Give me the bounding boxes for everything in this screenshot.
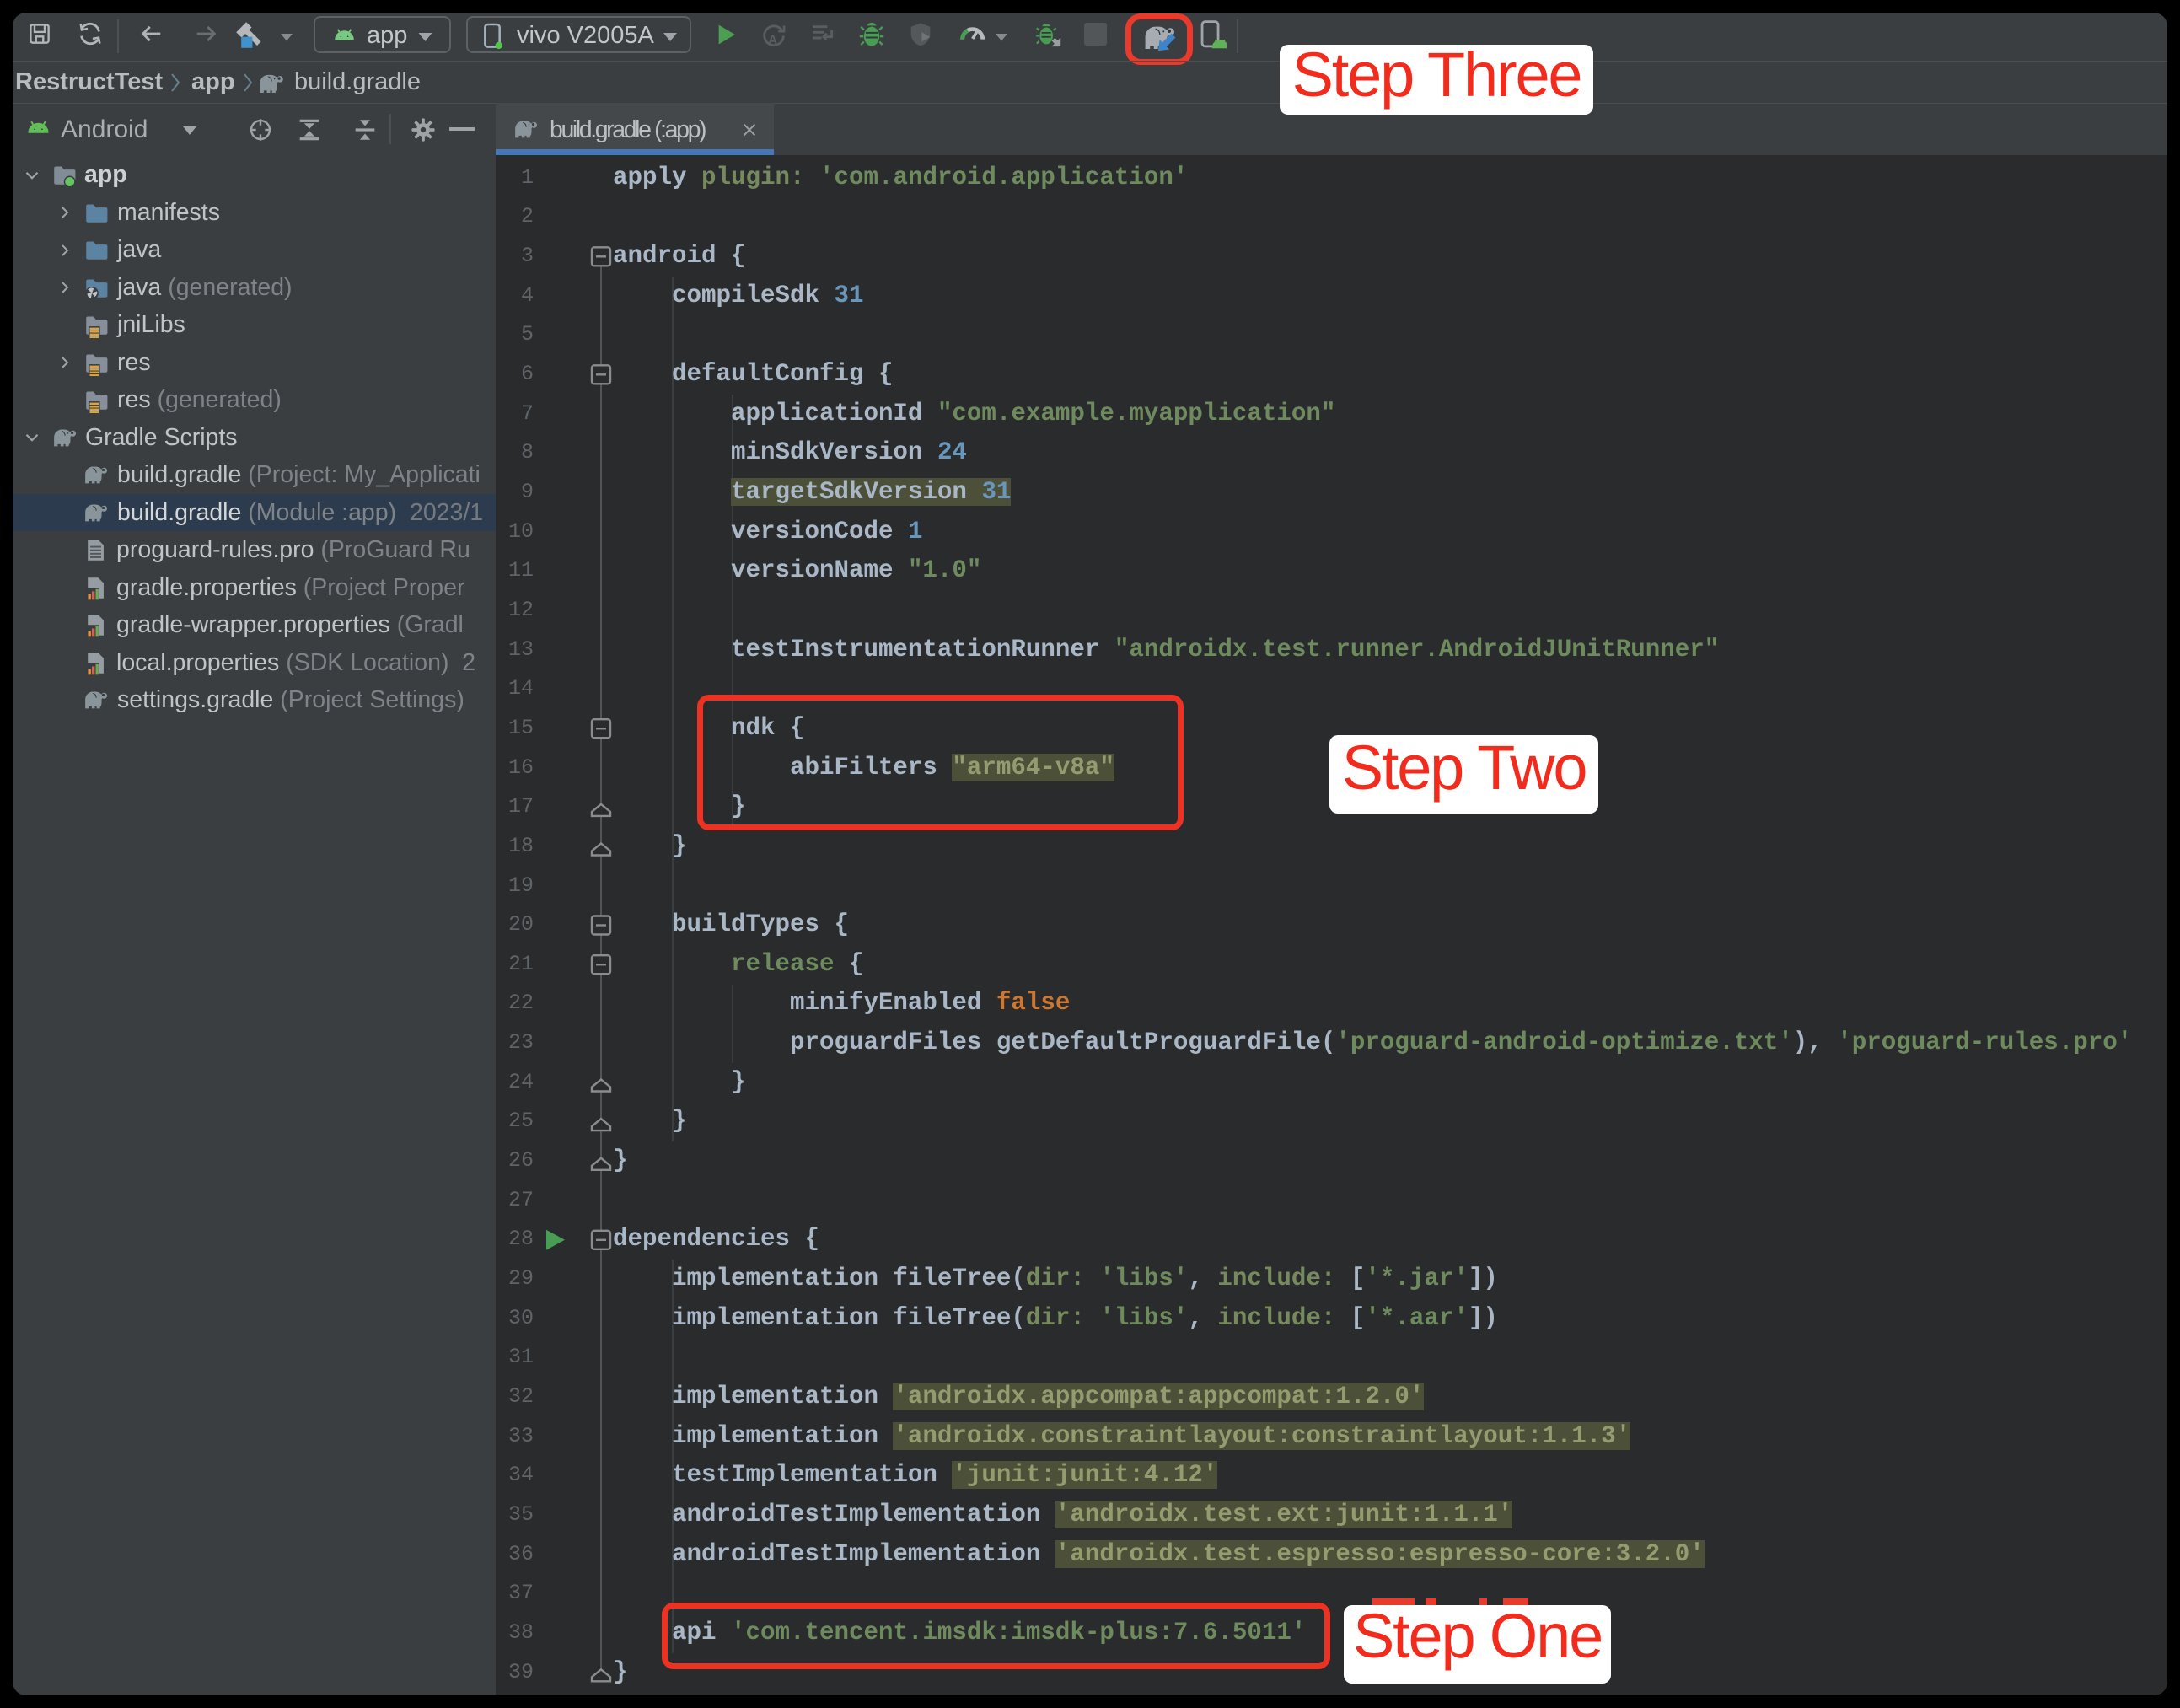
svg-text:A: A <box>768 33 777 47</box>
